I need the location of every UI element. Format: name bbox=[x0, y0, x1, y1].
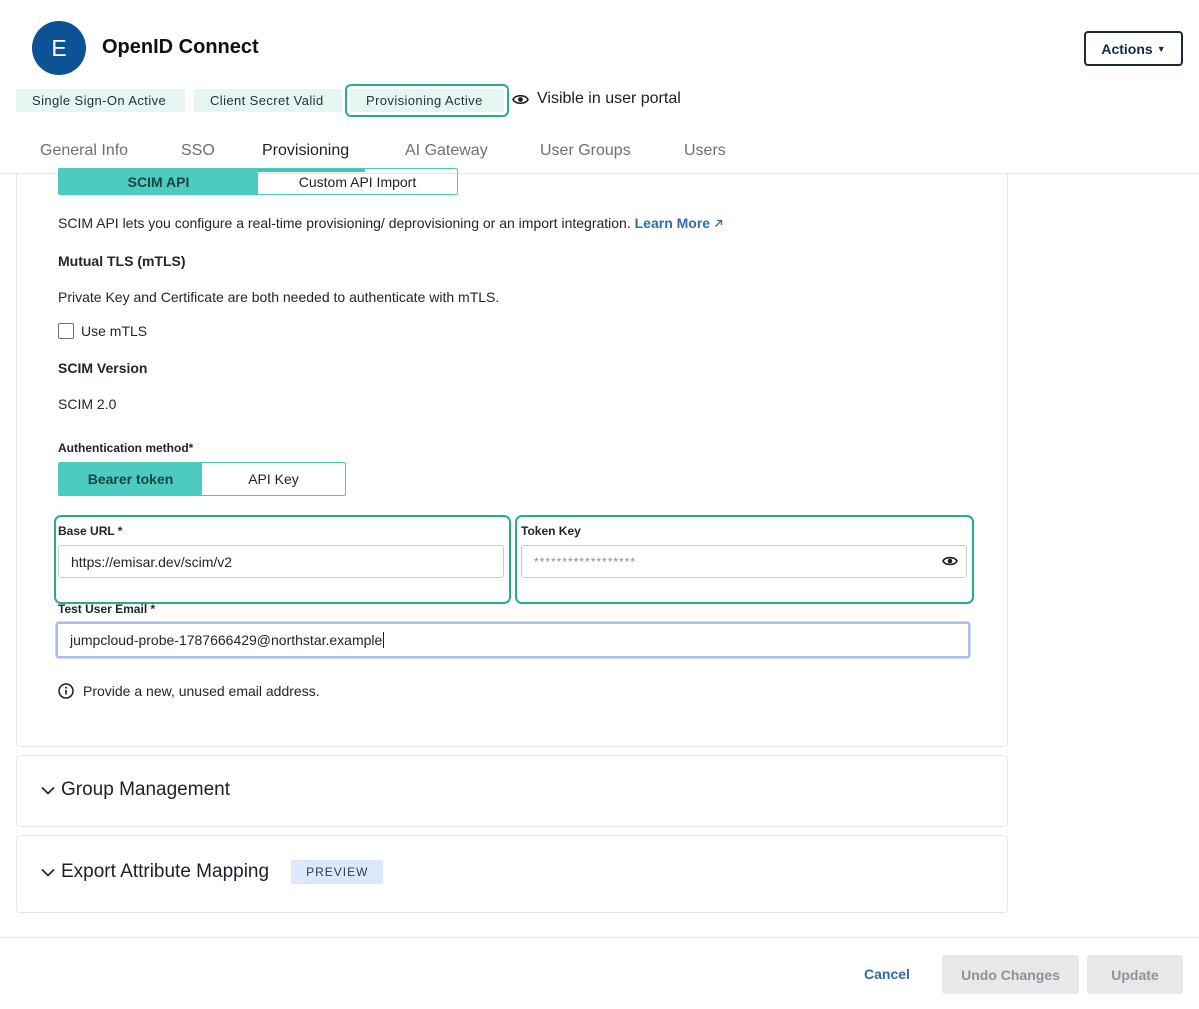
page-header: E OpenID Connect Actions ▼ Single Sign-O… bbox=[0, 0, 1199, 174]
page-title: OpenID Connect bbox=[102, 36, 259, 58]
info-icon bbox=[58, 683, 74, 699]
scim-description: SCIM API lets you configure a real-time … bbox=[58, 215, 723, 231]
export-mapping-accordion[interactable]: Export Attribute Mapping PREVIEW bbox=[16, 835, 1008, 913]
preview-badge: PREVIEW bbox=[291, 860, 384, 884]
use-mtls-label: Use mTLS bbox=[81, 323, 148, 339]
visible-in-portal: Visible in user portal bbox=[512, 90, 681, 108]
group-management-header[interactable]: Group Management bbox=[41, 779, 230, 801]
tab-general-info[interactable]: General Info bbox=[40, 142, 128, 160]
footer-bar: Cancel Undo Changes Update bbox=[0, 937, 1199, 1009]
auth-method-toggle: Bearer token API Key bbox=[58, 462, 346, 496]
group-management-accordion[interactable]: Group Management bbox=[16, 755, 1008, 827]
tab-provisioning[interactable]: Provisioning bbox=[262, 142, 349, 160]
learn-more-link[interactable]: Learn More bbox=[635, 215, 723, 231]
scim-version-value: SCIM 2.0 bbox=[58, 396, 117, 412]
update-button[interactable]: Update bbox=[1087, 955, 1183, 994]
test-email-input[interactable]: jumpcloud-probe-1787666429@northstar.exa… bbox=[56, 622, 970, 658]
email-hint: Provide a new, unused email address. bbox=[58, 683, 320, 699]
token-key-input[interactable]: ****************** bbox=[521, 545, 967, 578]
bearer-token-option[interactable]: Bearer token bbox=[59, 463, 202, 495]
tab-ai-gateway[interactable]: AI Gateway bbox=[405, 142, 488, 160]
learn-more-label: Learn More bbox=[634, 215, 711, 231]
export-mapping-title: Export Attribute Mapping bbox=[61, 861, 270, 882]
eye-icon bbox=[512, 94, 529, 104]
undo-changes-button[interactable]: Undo Changes bbox=[942, 955, 1079, 994]
use-mtls-checkbox[interactable] bbox=[58, 323, 74, 339]
cancel-button[interactable]: Cancel bbox=[852, 956, 922, 992]
mtls-description: Private Key and Certificate are both nee… bbox=[58, 289, 500, 305]
avatar: E bbox=[32, 21, 86, 75]
tab-users[interactable]: Users bbox=[684, 142, 726, 160]
base-url-input[interactable]: https://emisar.dev/scim/v2 bbox=[58, 545, 504, 578]
chevron-down-icon bbox=[41, 786, 55, 795]
scim-description-text: SCIM API lets you configure a real-time … bbox=[58, 215, 631, 231]
chevron-down-icon bbox=[41, 868, 55, 877]
scim-api-option[interactable]: SCIM API bbox=[59, 169, 258, 194]
show-token-button[interactable] bbox=[942, 554, 958, 570]
caret-down-icon: ▼ bbox=[1156, 43, 1166, 54]
provisioning-badge-highlight bbox=[345, 84, 509, 117]
token-key-masked-value: ****************** bbox=[534, 554, 637, 569]
api-key-option[interactable]: API Key bbox=[202, 463, 345, 495]
text-cursor bbox=[383, 632, 385, 648]
tab-sso[interactable]: SSO bbox=[181, 142, 215, 160]
base-url-label: Base URL * bbox=[58, 524, 123, 538]
scim-version-heading: SCIM Version bbox=[58, 360, 148, 376]
token-key-label: Token Key bbox=[521, 524, 581, 538]
mtls-heading: Mutual TLS (mTLS) bbox=[58, 253, 186, 269]
actions-label: Actions bbox=[1101, 40, 1153, 57]
external-link-icon bbox=[715, 219, 723, 227]
visible-label: Visible in user portal bbox=[537, 90, 681, 107]
tab-user-groups[interactable]: User Groups bbox=[540, 142, 631, 160]
actions-button[interactable]: Actions ▼ bbox=[1084, 31, 1183, 66]
provisioning-type-toggle: SCIM API Custom API Import bbox=[58, 168, 458, 195]
test-email-value: jumpcloud-probe-1787666429@northstar.exa… bbox=[70, 632, 383, 648]
export-mapping-header[interactable]: Export Attribute Mapping PREVIEW bbox=[41, 860, 384, 884]
custom-api-import-option[interactable]: Custom API Import bbox=[258, 169, 457, 194]
sso-status-badge: Single Sign-On Active bbox=[16, 89, 185, 112]
eye-icon bbox=[942, 556, 958, 566]
auth-method-label: Authentication method* bbox=[58, 441, 194, 455]
group-management-title: Group Management bbox=[61, 779, 230, 800]
provisioning-panel: SCIM API Custom API Import SCIM API lets… bbox=[16, 168, 1008, 747]
test-email-label: Test User Email * bbox=[58, 602, 156, 616]
client-secret-status-badge: Client Secret Valid bbox=[194, 89, 342, 112]
email-hint-text: Provide a new, unused email address. bbox=[83, 683, 320, 699]
